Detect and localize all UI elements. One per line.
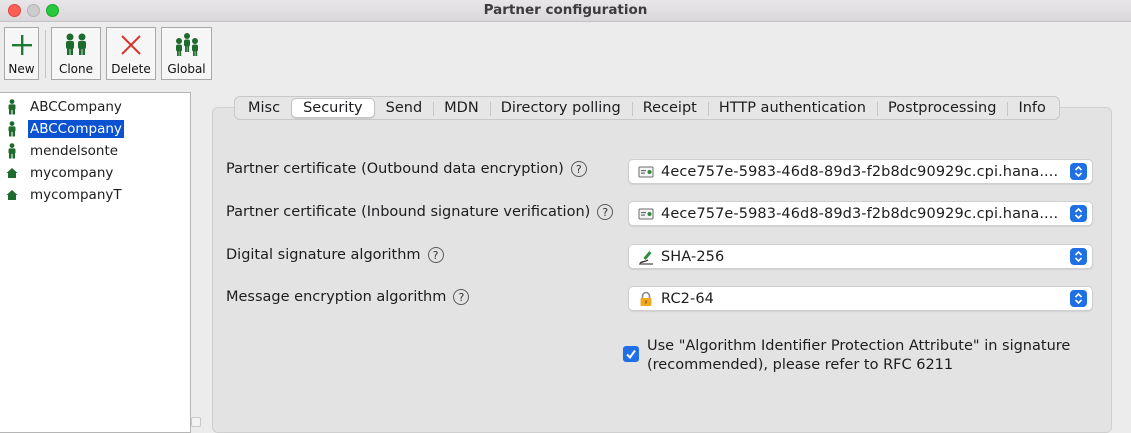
toolbar: New Clone Delete Global [0,22,1131,84]
encryption-cert-label: Partner certificate (Outbound data encry… [226,161,564,177]
remote-partner-icon [8,143,16,159]
tab-bar: Misc Security Send MDN Directory polling… [234,96,1060,120]
signature-algorithm-label: Digital signature algorithm [226,247,421,263]
plus-icon [11,35,32,55]
partner-item-selected[interactable]: ABCCompany [4,119,189,139]
global-button-label: Global [167,62,206,76]
chevron-updown-icon [1070,205,1087,222]
clone-button-label: Clone [58,62,94,76]
tab-misc[interactable]: Misc [237,97,291,119]
signature-algorithm-label-row: Digital signature algorithm ? [226,247,444,263]
remote-partner-icon [8,121,16,137]
split-pane-handle[interactable] [191,417,201,427]
tab-directory-polling[interactable]: Directory polling [489,97,632,119]
tab-send[interactable]: Send [375,97,434,119]
encryption-algorithm-select[interactable]: RC2-64 [628,286,1093,311]
clone-button[interactable]: Clone [51,27,101,80]
partner-item-label: mycompanyT [30,187,122,203]
partner-item-label: ABCCompany [28,120,124,138]
help-icon[interactable]: ? [453,289,470,305]
window-title: Partner configuration [483,2,648,18]
encryption-cert-select[interactable]: 4ece757e-5983-46d8-89d3-f2b8dc90929c.cpi… [628,159,1093,184]
signature-algorithm-value: SHA-256 [661,248,725,265]
chevron-updown-icon [1070,290,1087,307]
delete-x-icon [121,35,141,55]
signature-cert-select[interactable]: 4ece757e-5983-46d8-89d3-f2b8dc90929c.cpi… [628,201,1093,226]
checkmark-icon [626,349,636,360]
partner-item-label: mycompany [30,165,114,181]
encryption-cert-value: 4ece757e-5983-46d8-89d3-f2b8dc90929c.cpi… [661,163,1059,180]
chevron-updown-icon [1070,248,1087,265]
tab-info[interactable]: Info [1007,97,1056,119]
help-icon[interactable]: ? [427,247,444,263]
signature-cert-value: 4ece757e-5983-46d8-89d3-f2b8dc90929c.cpi… [661,205,1059,222]
tab-postprocessing[interactable]: Postprocessing [876,97,1007,119]
lock-icon [640,291,652,306]
algorithm-protection-checkbox[interactable] [623,346,639,362]
tab-mdn[interactable]: MDN [433,97,490,119]
partner-item-label: ABCCompany [30,99,122,115]
encryption-algorithm-label: Message encryption algorithm [226,289,447,305]
partner-item-label: mendelsonte [30,143,119,159]
global-partners-icon [175,33,198,56]
security-tab-panel [212,107,1112,433]
encryption-cert-label-row: Partner certificate (Outbound data encry… [226,161,587,177]
help-icon[interactable]: ? [570,161,587,177]
algorithm-protection-label[interactable]: Use "Algorithm Identifier Protection Att… [647,337,1087,375]
tab-receipt[interactable]: Receipt [631,97,708,119]
encryption-algorithm-value: RC2-64 [661,290,714,307]
global-button[interactable]: Global [161,27,212,80]
new-button-label: New [8,62,35,76]
chevron-updown-icon [1070,163,1087,180]
certificate-icon [638,208,654,219]
toolbar-separator [45,30,46,78]
signature-pen-icon [639,250,653,264]
encryption-algorithm-label-row: Message encryption algorithm ? [226,289,470,305]
partner-item[interactable]: mycompanyT [4,185,189,205]
new-button[interactable]: New [4,27,39,80]
delete-button[interactable]: Delete [106,27,156,80]
signature-cert-label: Partner certificate (Inbound signature v… [226,204,591,220]
help-icon[interactable]: ? [597,204,614,220]
local-station-icon [6,168,18,178]
local-station-icon [6,190,18,200]
remote-partner-icon [8,99,16,115]
partner-item[interactable]: ABCCompany [4,97,189,117]
certificate-icon [638,166,654,177]
partner-list[interactable]: ABCCompany ABCCompany mendelsonte mycomp… [0,92,191,433]
partner-item[interactable]: mendelsonte [4,141,189,161]
signature-cert-label-row: Partner certificate (Inbound signature v… [226,204,614,220]
title-bar: Partner configuration [0,0,1131,22]
partner-item[interactable]: mycompany [4,163,189,183]
signature-algorithm-select[interactable]: SHA-256 [628,244,1093,269]
tab-http-authentication[interactable]: HTTP authentication [707,97,877,119]
tab-security[interactable]: Security [291,98,375,118]
clone-partners-icon [66,33,86,55]
delete-button-label: Delete [111,62,151,76]
